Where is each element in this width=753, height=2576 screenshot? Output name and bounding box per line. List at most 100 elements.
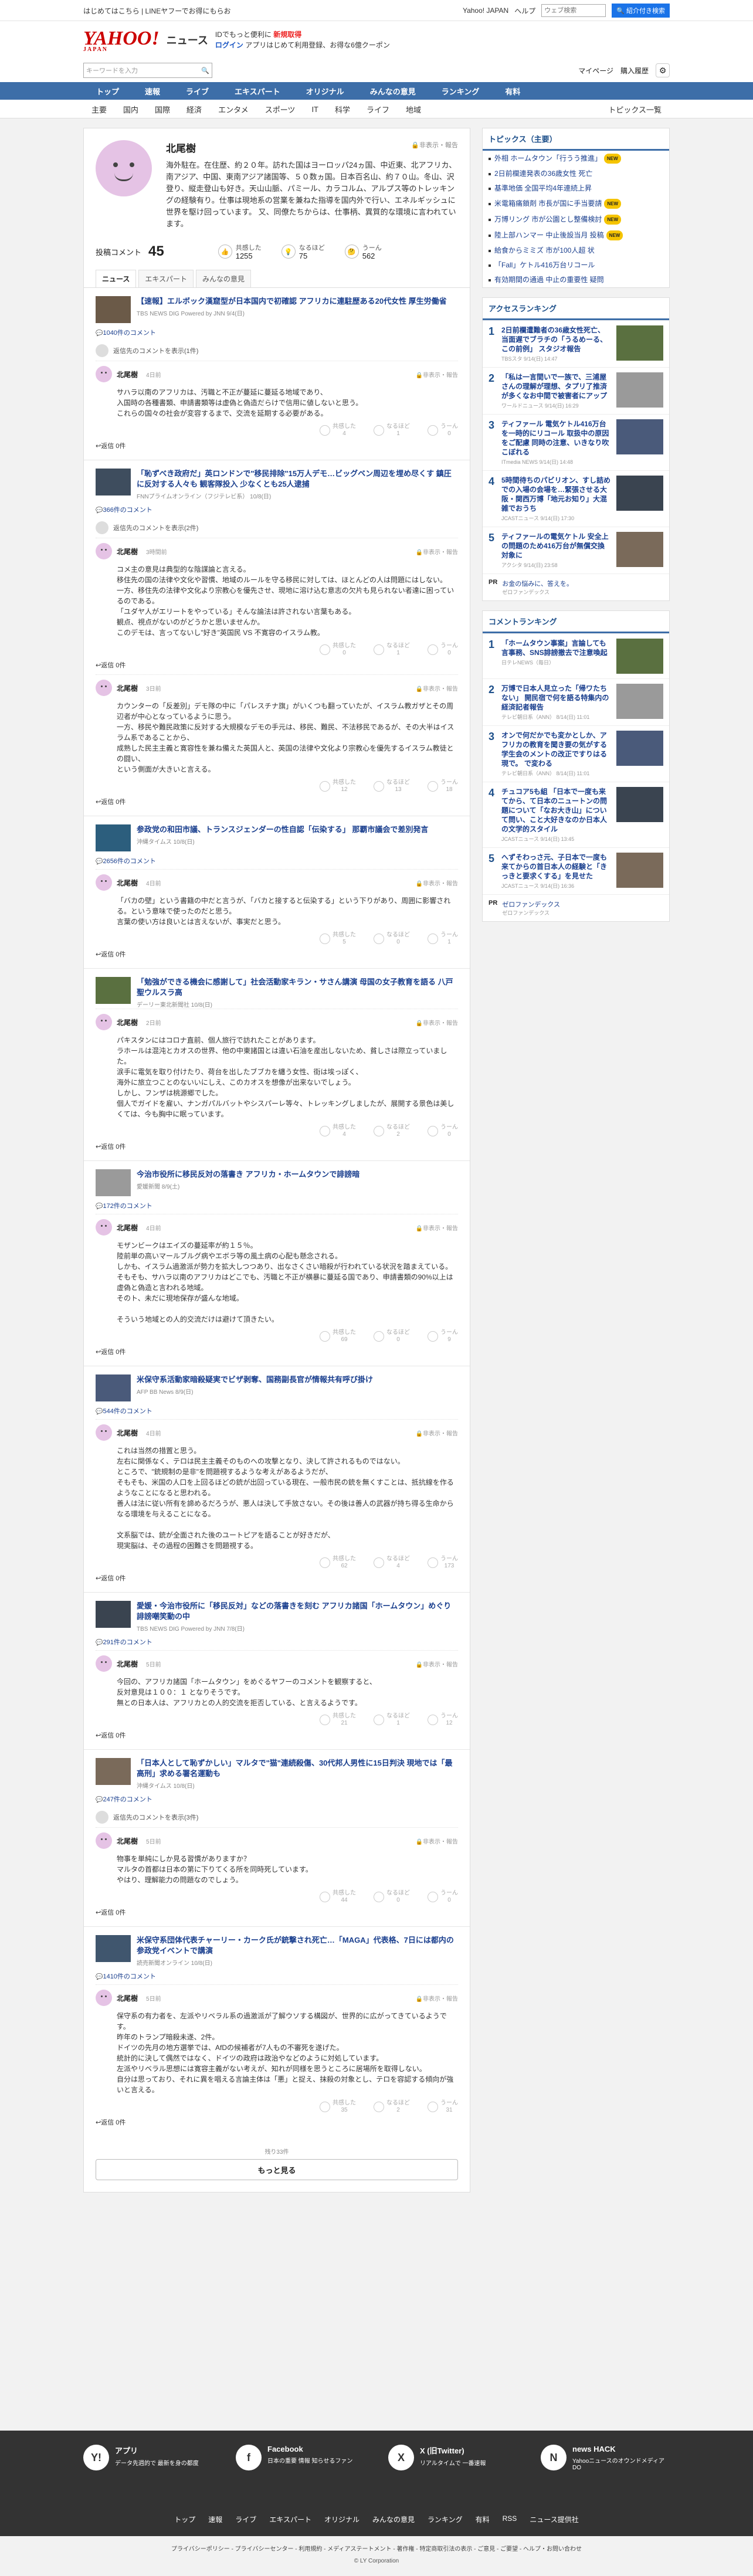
empathy-button[interactable]: 共感した 4 (320, 1124, 356, 1138)
tab-opinion[interactable]: みんなの意見 (196, 270, 252, 287)
article-thumbnail[interactable] (96, 1758, 131, 1785)
nav-flash[interactable]: 速報 (132, 82, 173, 100)
insight-button[interactable]: なるほど 0 (374, 1329, 410, 1343)
commenter-name[interactable]: 北尾樹 (117, 683, 138, 693)
empathy-button[interactable]: 共感した 0 (320, 643, 356, 657)
cat-science[interactable]: 科学 (327, 104, 358, 115)
gear-icon[interactable]: ⚙ (656, 63, 670, 77)
web-search-button[interactable]: 🔍 紹介付き検索 (612, 4, 670, 18)
top-strip-promo[interactable]: はじめてはこちら | LINEヤフーでお得にもらお (83, 6, 231, 16)
footer-link[interactable]: 有料 (476, 2514, 490, 2524)
report-link[interactable]: 🔒非表示・報告 (416, 878, 458, 887)
cat-entertainment[interactable]: エンタメ (210, 104, 257, 115)
empathy-button[interactable]: 共感した 69 (320, 1329, 356, 1343)
commenter-name[interactable]: 北尾樹 (117, 878, 138, 888)
hmm-button[interactable]: うーん 0 (428, 1124, 458, 1138)
hmm-button[interactable]: うーん 0 (428, 1890, 458, 1904)
help-link[interactable]: ヘルプ (514, 6, 535, 16)
insight-button[interactable]: なるほど 2 (374, 2100, 410, 2114)
nav-paid[interactable]: 有料 (492, 82, 533, 100)
tab-news[interactable]: ニュース (96, 270, 137, 287)
comment-count-link[interactable]: 172件のコメント (96, 1201, 458, 1210)
login-link[interactable]: ログイン (215, 41, 243, 49)
nav-top[interactable]: トップ (83, 82, 132, 100)
yahoo-logo[interactable]: YAHOO! JAPAN (83, 28, 160, 53)
cat-life[interactable]: ライフ (358, 104, 398, 115)
article-thumbnail[interactable] (96, 824, 131, 851)
footer-link[interactable]: ニュース提供社 (530, 2514, 578, 2524)
report-link[interactable]: 🔒非表示・報告 (416, 1018, 458, 1027)
cat-main[interactable]: 主要 (83, 104, 115, 115)
insight-button[interactable]: なるほど 1 (374, 1713, 410, 1727)
cat-local[interactable]: 地域 (398, 104, 429, 115)
ranking-item[interactable]: 1 2日前欄遭難者の36歳女性死亡、当面遅でブラチの「うるめーる、この前例」 スタ… (483, 320, 669, 367)
article-title[interactable]: 「恥ずべき政府だ」英ロンドンで"移民排除"15万人デモ…ビッグベン周辺を埋め尽く… (137, 469, 458, 490)
commenter-avatar[interactable] (96, 1655, 112, 1672)
topic-item[interactable]: 有効期間の通過 中止の重要性 疑問 (483, 273, 669, 287)
commenter-name[interactable]: 北尾樹 (117, 1017, 138, 1027)
reply-link[interactable]: 返信 0件 (96, 1345, 458, 1357)
commenter-name[interactable]: 北尾樹 (117, 369, 138, 379)
report-link[interactable]: 🔒非表示・報告 (416, 684, 458, 693)
report-link[interactable]: 🔒非表示・報告 (416, 370, 458, 379)
ranking-item[interactable]: 3 ティファール 電気ケトル416万台を一時的にリコール 取扱中の原因をご配慮 同… (483, 414, 669, 470)
tab-expert[interactable]: エキスパート (138, 270, 194, 287)
reply-parent-row[interactable]: 返信先のコメントを表示(1件) (96, 341, 458, 361)
x-icon[interactable]: X (388, 2445, 414, 2470)
commenter-avatar[interactable] (96, 680, 112, 696)
footer-link[interactable]: みんなの意見 (372, 2514, 415, 2524)
commenter-avatar[interactable] (96, 1832, 112, 1849)
topic-item[interactable]: 2日前欄連発表の36歳女性 死亡 (483, 167, 669, 181)
commenter-avatar[interactable] (96, 1219, 112, 1236)
reply-link[interactable]: 返信 0件 (96, 658, 458, 671)
commenter-name[interactable]: 北尾樹 (117, 1836, 138, 1846)
service-name[interactable]: ニュース (167, 32, 208, 47)
article-thumbnail[interactable] (96, 977, 131, 1004)
hmm-button[interactable]: うーん 31 (428, 2100, 458, 2114)
comment-count-link[interactable]: 247件のコメント (96, 1794, 458, 1804)
nav-original[interactable]: オリジナル (293, 82, 357, 100)
hmm-button[interactable]: うーん 18 (428, 779, 458, 793)
comment-count-link[interactable]: 291件のコメント (96, 1637, 458, 1647)
commenter-avatar[interactable] (96, 543, 112, 559)
footer-link[interactable]: オリジナル (324, 2514, 359, 2524)
cat-topics-list[interactable]: トピックス一覧 (600, 104, 670, 115)
more-button[interactable]: もっと見る (96, 2159, 458, 2180)
commenter-avatar[interactable] (96, 874, 112, 891)
topic-item[interactable]: 基準地価 全国平均4年連続上昇 (483, 181, 669, 196)
article-thumbnail[interactable] (96, 296, 131, 323)
yahoo-japan-link[interactable]: Yahoo! JAPAN (463, 6, 508, 15)
report-link[interactable]: 🔒非表示・報告 (416, 1223, 458, 1232)
reply-link[interactable]: 返信 0件 (96, 1905, 458, 1918)
reply-link[interactable]: 返信 0件 (96, 1139, 458, 1152)
article-thumbnail[interactable] (96, 469, 131, 495)
hmm-button[interactable]: うーん 9 (428, 1329, 458, 1343)
hmm-button[interactable]: うーん 1 (428, 932, 458, 946)
purchase-history-link[interactable]: 購入履歴 (620, 66, 649, 76)
commenter-name[interactable]: 北尾樹 (117, 1428, 138, 1438)
topic-item[interactable]: 「Fall」ケトル416万台リコール (483, 258, 669, 273)
ranking-item[interactable]: 4 5時間待ちのパビリオン、すし詰めでの入場の会場を…緊張させる大阪・関西万博「地… (483, 470, 669, 527)
commenter-name[interactable]: 北尾樹 (117, 547, 138, 556)
pr-item[interactable]: PR ゼロファンデックス ゼロファンデックス (483, 894, 669, 921)
empathy-button[interactable]: 共感した 4 (320, 423, 356, 437)
article-title[interactable]: 「日本人として恥ずかしい」マルタで"猫"連続殺傷、30代邦人男性に15日判決 現… (137, 1758, 458, 1779)
reply-link[interactable]: 返信 0件 (96, 795, 458, 807)
cat-it[interactable]: IT (303, 105, 327, 114)
footer-link[interactable]: ライブ (235, 2514, 256, 2524)
article-title[interactable]: 【速報】エルボック漢窟型が日本国内で初確認 アフリカに連駐歴ある20代女性 厚生… (137, 296, 447, 307)
footer-col[interactable]: X X (旧Twitter) リアルタイムで 一番速報 (388, 2445, 517, 2471)
pr-item[interactable]: PR お金の悩みに、答えを。 ゼロファンデックス (483, 573, 669, 600)
commenter-avatar[interactable] (96, 1014, 112, 1030)
empathy-button[interactable]: 共感した 5 (320, 932, 356, 946)
ranking-item[interactable]: 5 へずそわっさ元、子日本で一度も来てからの首日本人の経験と「きっきと要求くする」… (483, 847, 669, 894)
footer-link[interactable]: ランキング (428, 2514, 463, 2524)
facebook-icon[interactable]: f (236, 2445, 262, 2470)
article-thumbnail[interactable] (96, 1374, 131, 1401)
cat-sports[interactable]: スポーツ (257, 104, 304, 115)
reply-link[interactable]: 返信 0件 (96, 439, 458, 452)
ranking-item[interactable]: 3 オンで何だかでも変かとしか、アフリカの教育を聞き要の気がする学生会のメントの改… (483, 725, 669, 782)
hmm-button[interactable]: うーん 12 (428, 1713, 458, 1727)
article-thumbnail[interactable] (96, 1935, 131, 1962)
hmm-button[interactable]: うーん 0 (428, 423, 458, 437)
